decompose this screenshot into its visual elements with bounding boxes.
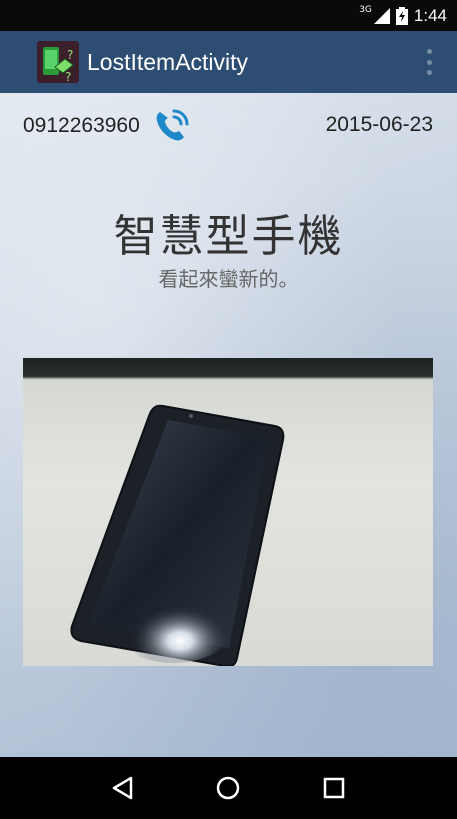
- recents-icon[interactable]: [320, 774, 348, 802]
- network-type: 3G: [359, 4, 372, 15]
- svg-text:?: ?: [67, 48, 73, 62]
- app-icon[interactable]: ? ?: [37, 41, 79, 83]
- phone-icon[interactable]: [152, 106, 192, 146]
- item-photo: [23, 358, 433, 666]
- phone-number: 0912263960: [23, 114, 140, 137]
- found-date: 2015-06-23: [325, 113, 433, 136]
- app-title: LostItemActivity: [87, 48, 249, 75]
- battery-icon: [395, 6, 408, 25]
- item-description: 看起來蠻新的。: [158, 267, 299, 291]
- action-bar: ? ? LostItemActivity: [0, 31, 457, 93]
- navigation-bar: [0, 757, 457, 819]
- contact-row: 0912263960: [23, 105, 192, 147]
- home-icon[interactable]: [214, 774, 242, 802]
- svg-text:?: ?: [65, 70, 71, 83]
- signal-icon: [373, 7, 390, 24]
- lost-item-detail: 0912263960 2015-06-23 智慧型手機 看起來蠻新的。: [0, 93, 457, 757]
- clock: 1:44: [413, 5, 447, 25]
- status-bar: 3G 1:44: [0, 0, 457, 31]
- smartphone-photo: [70, 404, 285, 666]
- back-icon[interactable]: [109, 774, 137, 802]
- item-title: 智慧型手機: [113, 211, 344, 262]
- overflow-menu-icon[interactable]: [427, 49, 433, 75]
